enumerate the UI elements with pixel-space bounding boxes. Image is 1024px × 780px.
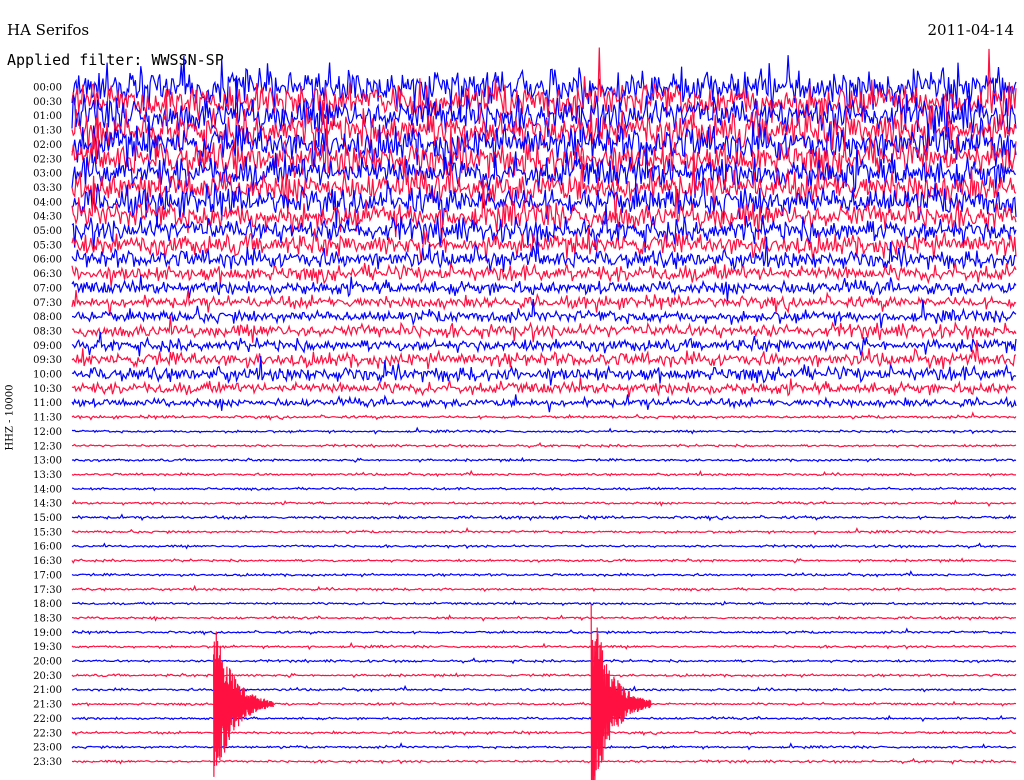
row-time-label: 15:30 xyxy=(33,527,62,538)
trace-line-1430 xyxy=(71,499,1017,507)
row-time-label: 03:00 xyxy=(33,169,62,180)
row-time-label: 21:00 xyxy=(33,685,62,696)
trace-line-1400 xyxy=(71,486,1017,492)
helicorder-plot: 00:00 00:30 01:00 01:30 02:00 02:30 03:00 03:30… xyxy=(33,47,1017,780)
trace-line-1030 xyxy=(71,377,1017,398)
row-time-label: 20:30 xyxy=(33,671,62,682)
trace-line-0330 xyxy=(71,156,1017,224)
trace-line-1230 xyxy=(71,442,1017,450)
trace-line-1500 xyxy=(71,513,1017,522)
row-time-label: 11:30 xyxy=(33,413,62,424)
trace-line-1630 xyxy=(71,557,1017,564)
row-time-label: 05:00 xyxy=(33,226,62,237)
trace-line-0800 xyxy=(71,299,1017,329)
trace-line-1530 xyxy=(71,526,1017,536)
trace-line-1200 xyxy=(71,426,1017,435)
trace-line-1700 xyxy=(71,570,1017,578)
row-time-label: 11:00 xyxy=(33,398,62,409)
row-time-label: 14:30 xyxy=(33,499,62,510)
row-time-label: 23:30 xyxy=(33,757,62,768)
row-time-label: 00:00 xyxy=(33,83,62,94)
row-time-label: 22:00 xyxy=(33,714,62,725)
trace-line-1130 xyxy=(71,411,1017,421)
row-time-label: 13:30 xyxy=(33,470,62,481)
row-time-label: 19:30 xyxy=(33,642,62,653)
row-time-label: 04:30 xyxy=(33,212,62,223)
row-time-label: 02:00 xyxy=(33,140,62,151)
row-time-label: 08:00 xyxy=(33,312,62,323)
row-time-label: 01:00 xyxy=(33,111,62,122)
row-time-label: 10:30 xyxy=(33,384,62,395)
row-time-label: 12:00 xyxy=(33,427,62,438)
trace-line-0730 xyxy=(71,290,1017,316)
row-time-label: 23:00 xyxy=(33,743,62,754)
row-time-label: 03:30 xyxy=(33,183,62,194)
row-time-label: 07:00 xyxy=(33,283,62,294)
row-time-label: 13:00 xyxy=(33,456,62,467)
trace-line-1300 xyxy=(71,456,1017,463)
event-burst-1 xyxy=(213,631,274,777)
trace-line-1900 xyxy=(71,627,1016,636)
row-time-label: 20:00 xyxy=(33,657,62,668)
row-time-label: 18:30 xyxy=(33,613,62,624)
row-time-label: 09:30 xyxy=(33,355,62,366)
row-time-label: 21:30 xyxy=(33,700,62,711)
row-time-label: 02:30 xyxy=(33,154,62,165)
row-time-label: 18:00 xyxy=(33,599,62,610)
trace-line-0000 xyxy=(71,55,1017,131)
row-time-label: 17:30 xyxy=(33,585,62,596)
row-time-label: 05:30 xyxy=(33,240,62,251)
trace-line-1600 xyxy=(71,542,1017,550)
row-time-label: 16:00 xyxy=(33,542,62,553)
trace-line-1730 xyxy=(71,584,1017,592)
row-time-label: 16:30 xyxy=(33,556,62,567)
row-time-label: 01:30 xyxy=(33,126,62,137)
event-burst-2 xyxy=(590,604,652,780)
row-time-label: 00:30 xyxy=(33,97,62,108)
row-time-label: 17:00 xyxy=(33,570,62,581)
row-time-label: 08:30 xyxy=(33,326,62,337)
row-time-label: 07:30 xyxy=(33,298,62,309)
trace-line-0630 xyxy=(71,262,1017,287)
trace-line-1330 xyxy=(71,469,1016,478)
trace-line-1100 xyxy=(71,394,1017,413)
trace-line-1930 xyxy=(71,641,1017,651)
row-time-label: 04:00 xyxy=(33,197,62,208)
trace-line-1830 xyxy=(71,614,1016,622)
row-time-label: 19:00 xyxy=(33,628,62,639)
trace-line-1800 xyxy=(71,600,1017,607)
row-time-label: 09:00 xyxy=(33,341,62,352)
row-time-label: 15:00 xyxy=(33,513,62,524)
row-time-label: 12:30 xyxy=(33,441,62,452)
row-time-label: 06:00 xyxy=(33,255,62,266)
row-time-label: 10:00 xyxy=(33,370,62,381)
row-time-label: 14:00 xyxy=(33,484,62,495)
row-time-label: 22:30 xyxy=(33,728,62,739)
row-time-label: 06:30 xyxy=(33,269,62,280)
